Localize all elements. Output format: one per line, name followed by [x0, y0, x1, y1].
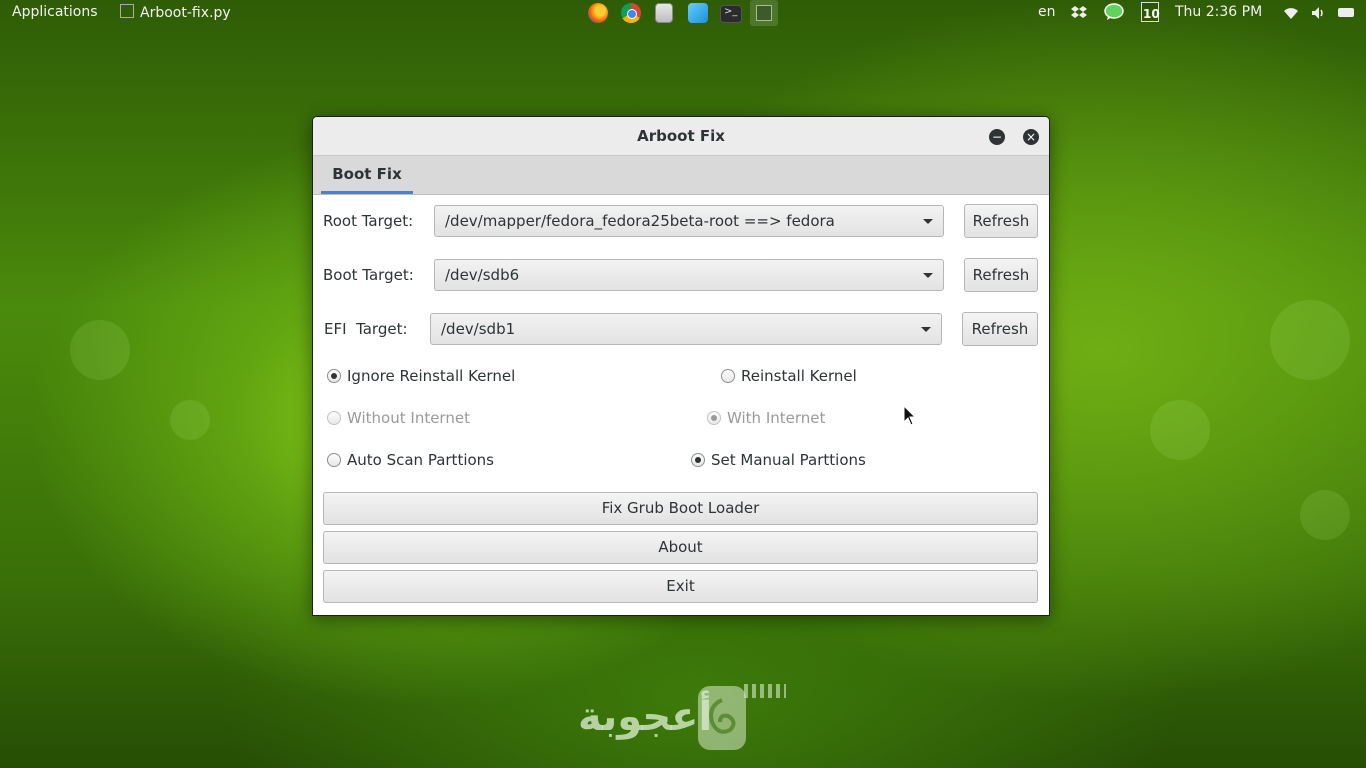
language-indicator[interactable]: en — [1038, 4, 1056, 20]
chevron-down-icon — [921, 327, 931, 332]
top-panel: Applications Arboot-fix.py >_ en 10 Thu … — [0, 0, 1366, 26]
watermark-text: أعجوبة — [578, 694, 713, 740]
about-button[interactable]: About — [323, 531, 1038, 564]
manual-partitions-option[interactable]: Set Manual Parttions — [691, 451, 866, 471]
active-window-title: Arboot-fix.py — [140, 5, 231, 21]
close-button[interactable]: × — [1023, 129, 1039, 145]
root-target-select[interactable]: /dev/mapper/fedora_fedora25beta-root ==>… — [434, 205, 944, 237]
radio-unselected[interactable] — [721, 369, 735, 383]
ignore-reinstall-kernel-label: Ignore Reinstall Kernel — [347, 367, 516, 385]
auto-scan-partitions-option[interactable]: Auto Scan Parttions — [327, 451, 494, 471]
boot-target-label: Boot Target: — [323, 266, 414, 284]
applications-menu[interactable]: Applications — [12, 4, 98, 20]
window-app-icon — [120, 4, 134, 18]
chat-icon[interactable] — [1104, 3, 1124, 21]
notes-icon-glyph — [756, 5, 772, 21]
boot-target-select[interactable]: /dev/sdb6 — [434, 259, 944, 291]
tab-boot-fix[interactable]: Boot Fix — [321, 156, 413, 194]
radio-selected — [707, 411, 721, 425]
fix-grub-button[interactable]: Fix Grub Boot Loader — [323, 492, 1038, 525]
box-icon[interactable] — [688, 3, 708, 23]
minimize-icon: − — [991, 130, 1003, 144]
bokeh-light — [1150, 400, 1210, 460]
exit-button[interactable]: Exit — [323, 570, 1038, 603]
radio-selected[interactable] — [691, 453, 705, 467]
arboot-fix-window: Arboot Fix − × Boot Fix Root Target: /de… — [312, 116, 1050, 616]
files-icon[interactable] — [655, 3, 673, 23]
wifi-icon[interactable] — [1283, 5, 1299, 21]
volume-icon[interactable] — [1310, 5, 1326, 21]
manual-partitions-label: Set Manual Parttions — [711, 451, 866, 469]
with-internet-label: With Internet — [727, 409, 826, 427]
terminal-prompt-icon: >_ — [724, 6, 738, 17]
efi-target-value: /dev/sdb1 — [441, 320, 516, 338]
battery-icon[interactable] — [1338, 8, 1354, 17]
clock[interactable]: Thu 2:36 PM — [1175, 4, 1262, 20]
minimize-button[interactable]: − — [989, 129, 1005, 145]
boot-target-value: /dev/sdb6 — [445, 266, 520, 284]
tab-bar: Boot Fix — [313, 156, 1049, 195]
radio-selected[interactable] — [327, 369, 341, 383]
bokeh-light — [70, 320, 130, 380]
refresh-boot-button[interactable]: Refresh — [964, 258, 1038, 292]
radio-unselected — [327, 411, 341, 425]
active-window-indicator[interactable]: Arboot-fix.py — [120, 4, 231, 21]
bokeh-light — [1270, 300, 1350, 380]
reinstall-kernel-option[interactable]: Reinstall Kernel — [721, 367, 857, 387]
root-target-label: Root Target: — [323, 212, 414, 230]
chrome-icon[interactable] — [621, 3, 641, 23]
bokeh-light — [170, 400, 210, 440]
firefox-icon[interactable] — [588, 3, 608, 23]
root-target-value: /dev/mapper/fedora_fedora25beta-root ==>… — [445, 212, 835, 230]
without-internet-option: Without Internet — [327, 409, 470, 429]
refresh-root-button[interactable]: Refresh — [964, 204, 1038, 238]
calendar-day: 10 — [1143, 7, 1160, 21]
window-title: Arboot Fix — [637, 127, 725, 145]
auto-scan-partitions-label: Auto Scan Parttions — [347, 451, 494, 469]
notes-icon[interactable] — [750, 0, 778, 26]
reinstall-kernel-label: Reinstall Kernel — [741, 367, 857, 385]
mouse-cursor — [903, 404, 917, 427]
without-internet-label: Without Internet — [347, 409, 470, 427]
watermark-dots-icon — [744, 684, 786, 698]
efi-target-label: EFI Target: — [324, 320, 408, 338]
calendar-icon[interactable]: 10 — [1141, 2, 1161, 22]
radio-unselected[interactable] — [327, 453, 341, 467]
refresh-efi-button[interactable]: Refresh — [962, 312, 1038, 346]
with-internet-option: With Internet — [707, 409, 825, 429]
chevron-down-icon — [923, 273, 933, 278]
bokeh-light — [1300, 490, 1350, 540]
close-icon: × — [1025, 130, 1037, 144]
window-titlebar[interactable]: Arboot Fix − × — [313, 117, 1049, 156]
dropbox-icon[interactable] — [1071, 5, 1087, 21]
chrome-icon-center — [627, 9, 637, 19]
efi-target-select[interactable]: /dev/sdb1 — [430, 313, 942, 345]
chevron-down-icon — [923, 219, 933, 224]
ignore-reinstall-kernel-option[interactable]: Ignore Reinstall Kernel — [327, 367, 515, 387]
terminal-icon[interactable]: >_ — [720, 5, 742, 23]
